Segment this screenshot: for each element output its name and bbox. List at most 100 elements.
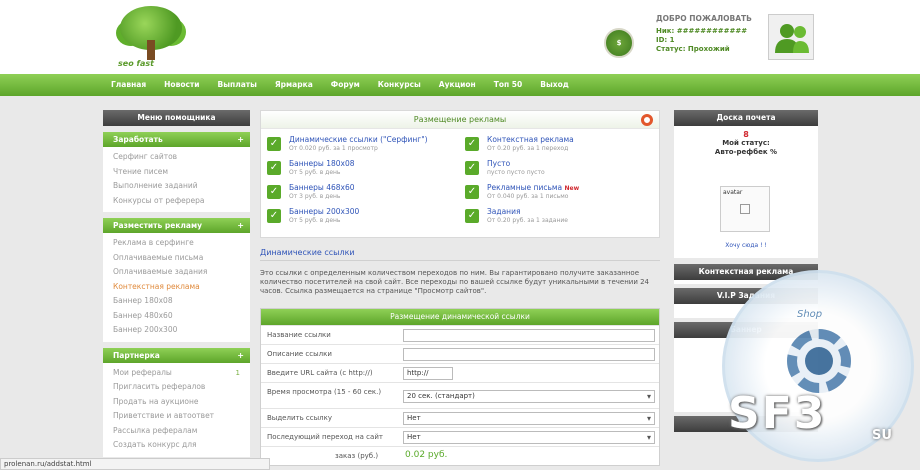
menu-item-my-referrals-label: Мои рефералы [113, 367, 172, 377]
ad-option-price: От 5 руб. в день [289, 217, 341, 224]
menu-item-context-ads[interactable]: Контекстная реклама [103, 280, 250, 295]
plus-icon[interactable]: + [237, 348, 244, 363]
menu-item-my-referrals[interactable]: Мои рефералы 1 [103, 366, 250, 381]
watermark-big-text: SF3 [728, 388, 827, 439]
view-time-select[interactable]: 20 сек. (стандарт) [403, 390, 655, 403]
plus-icon[interactable]: + [237, 132, 244, 147]
ad-option-title-text: Баннеры 200х300 [289, 207, 360, 216]
check-icon: ✓ [465, 161, 479, 175]
browser-status-bar: prolenan.ru/addstat.html [0, 458, 270, 470]
ad-option-title[interactable]: Рекламные письма New [487, 183, 579, 192]
menu-item-surf-ads[interactable]: Реклама в серфинге [103, 236, 250, 251]
section-earn-header[interactable]: Заработать + [103, 132, 250, 147]
user-login: Ник: ############ [656, 27, 748, 35]
menu-item-contests[interactable]: Конкурсы от реферера [103, 194, 250, 209]
want-here-link[interactable]: Хочу сюда ! ! [674, 242, 818, 249]
user-status: Статус: Прохожий [656, 45, 730, 53]
nav-item-7[interactable]: Топ 50 [485, 74, 532, 96]
ad-option-4[interactable]: ✓ Баннеры 468х60 От 3 руб. в день [267, 183, 457, 205]
label-price: заказ (руб.) [335, 452, 379, 460]
dynamic-link-form: Размещение динамической ссылки Название … [260, 308, 660, 466]
label-redirect: Последующий переход на сайт [267, 433, 383, 441]
check-icon: ✓ [465, 137, 479, 151]
menu-item-letters[interactable]: Чтение писем [103, 165, 250, 180]
nav-item-3[interactable]: Ярмарка [266, 74, 322, 96]
menu-item-tasks[interactable]: Выполнение заданий [103, 179, 250, 194]
url-input[interactable]: http:// [403, 367, 453, 380]
menu-item-surfing[interactable]: Серфинг сайтов [103, 150, 250, 165]
redirect-select[interactable]: Нет [403, 431, 655, 444]
honor-avatar[interactable]: avatar [720, 186, 770, 232]
main-nav: Главная Новости Выплаты Ярмарка Форум Конкурс… [0, 74, 920, 96]
ad-option-7[interactable]: ✓ Задания От 0.20 руб. за 1 задание [465, 207, 655, 229]
site-logo[interactable]: seo fast [116, 4, 188, 70]
menu-item-banner-200[interactable]: Баннер 200х300 [103, 323, 250, 338]
nav-item-4[interactable]: Форум [322, 74, 369, 96]
menu-item-banner-180[interactable]: Баннер 180х08 [103, 294, 250, 309]
help-lifebuoy-icon[interactable] [641, 114, 653, 126]
ads-placement-title: Размещение рекламы [261, 111, 659, 129]
nav-item-0[interactable]: Главная [102, 74, 155, 96]
menu-item-banner-480[interactable]: Баннер 480х60 [103, 309, 250, 324]
form-row-price: заказ (руб.) 0.02 руб. [261, 446, 659, 465]
ad-option-5[interactable]: ✓ Рекламные письма New От 0.040 руб. за 1 … [465, 183, 655, 205]
balance-badge-icon[interactable]: $ [604, 28, 634, 58]
check-icon: ✓ [267, 137, 281, 151]
honor-board: Доска почета 8 Мой статус: Авто-рефбек %… [674, 110, 818, 258]
ad-option-title[interactable]: Баннеры 180х08 [289, 159, 355, 168]
label-highlight: Выделить ссылку [267, 414, 332, 422]
nav-item-5[interactable]: Конкурсы [369, 74, 430, 96]
order-price: 0.02 руб. [405, 450, 448, 460]
ad-option-title[interactable]: Баннеры 200х300 [289, 207, 359, 216]
label-link-name: Название ссылки [267, 331, 331, 339]
form-row-time: Время просмотра (15 - 60 сек.) 20 сек. (… [261, 382, 659, 408]
main-content: Размещение рекламы ✓ Динамические ссылки … [260, 110, 660, 466]
menu-item-paid-tasks[interactable]: Оплачиваемые задания [103, 265, 250, 280]
section-partner-label: Партнерка [113, 350, 160, 360]
plus-icon[interactable]: + [237, 218, 244, 233]
ads-placement-box: Размещение рекламы ✓ Динамические ссылки … [260, 110, 660, 238]
ad-option-title[interactable]: Задания [487, 207, 520, 216]
nav-item-8[interactable]: Выход [531, 74, 578, 96]
ad-option-price: От 5 руб. в день [289, 169, 341, 176]
menu-item-mailing[interactable]: Рассылка рефералам [103, 424, 250, 439]
link-desc-input[interactable] [403, 348, 655, 361]
menu-item-create-contest[interactable]: Создать конкурс для [103, 438, 250, 453]
check-icon: ✓ [465, 209, 479, 223]
nav-item-6[interactable]: Аукцион [430, 74, 485, 96]
ad-option-2[interactable]: ✓ Баннеры 180х08 От 5 руб. в день [267, 159, 457, 181]
ad-option-price: От 0.020 руб. за 1 просмотр [289, 145, 378, 152]
user-avatar[interactable] [768, 14, 814, 60]
ad-option-1[interactable]: ✓ Контекстная реклама От 0.20 руб. за 1 пе… [465, 135, 655, 157]
form-row-desc: Описание ссылки [261, 344, 659, 363]
ad-option-title[interactable]: Баннеры 468х60 [289, 183, 355, 192]
check-icon: ✓ [267, 161, 281, 175]
section-partner-header[interactable]: Партнерка + [103, 347, 250, 363]
ad-option-title[interactable]: Динамические ссылки ("Серфинг") [289, 135, 428, 144]
ad-option-title[interactable]: Контекстная реклама [487, 135, 574, 144]
nav-item-2[interactable]: Выплаты [209, 74, 266, 96]
watermark-su-text: SU [872, 428, 892, 443]
user-id: ID: 1 [656, 36, 675, 44]
ad-option-6[interactable]: ✓ Баннеры 200х300 От 5 руб. в день [267, 207, 457, 229]
menu-item-paid-letters[interactable]: Оплачиваемые письма [103, 251, 250, 266]
nav-item-1[interactable]: Новости [155, 74, 208, 96]
section-advertise-header[interactable]: Разместить рекламу + [103, 218, 250, 233]
menu-item-greeting[interactable]: Приветствие и автоответ [103, 409, 250, 424]
ad-option-title-text: Баннеры 180х08 [289, 159, 355, 168]
honor-board-body: 8 Мой статус: Авто-рефбек % avatar [674, 126, 818, 242]
menu-item-invite[interactable]: Пригласить рефералов [103, 380, 250, 395]
form-title: Размещение динамической ссылки [261, 309, 659, 325]
label-url: Введите URL сайта (с http://) [267, 369, 373, 377]
highlight-select[interactable]: Нет [403, 412, 655, 425]
ad-option-3[interactable]: ✓ Пусто пусто пусто пусто [465, 159, 655, 181]
ad-option-title-text: Динамические ссылки ("Серфинг") [289, 135, 428, 144]
ad-option-price: От 0.20 руб. за 1 задание [487, 217, 568, 224]
section-description: Это ссылки с определенным количеством пе… [260, 269, 650, 295]
avatar-alt-text: avatar [723, 189, 743, 196]
menu-item-auction[interactable]: Продать на аукционе [103, 395, 250, 410]
link-name-input[interactable] [403, 329, 655, 342]
ad-option-0[interactable]: ✓ Динамические ссылки ("Серфинг") От 0.020… [267, 135, 457, 157]
label-link-desc: Описание ссылки [267, 350, 332, 358]
ad-option-title[interactable]: Пусто [487, 159, 510, 168]
